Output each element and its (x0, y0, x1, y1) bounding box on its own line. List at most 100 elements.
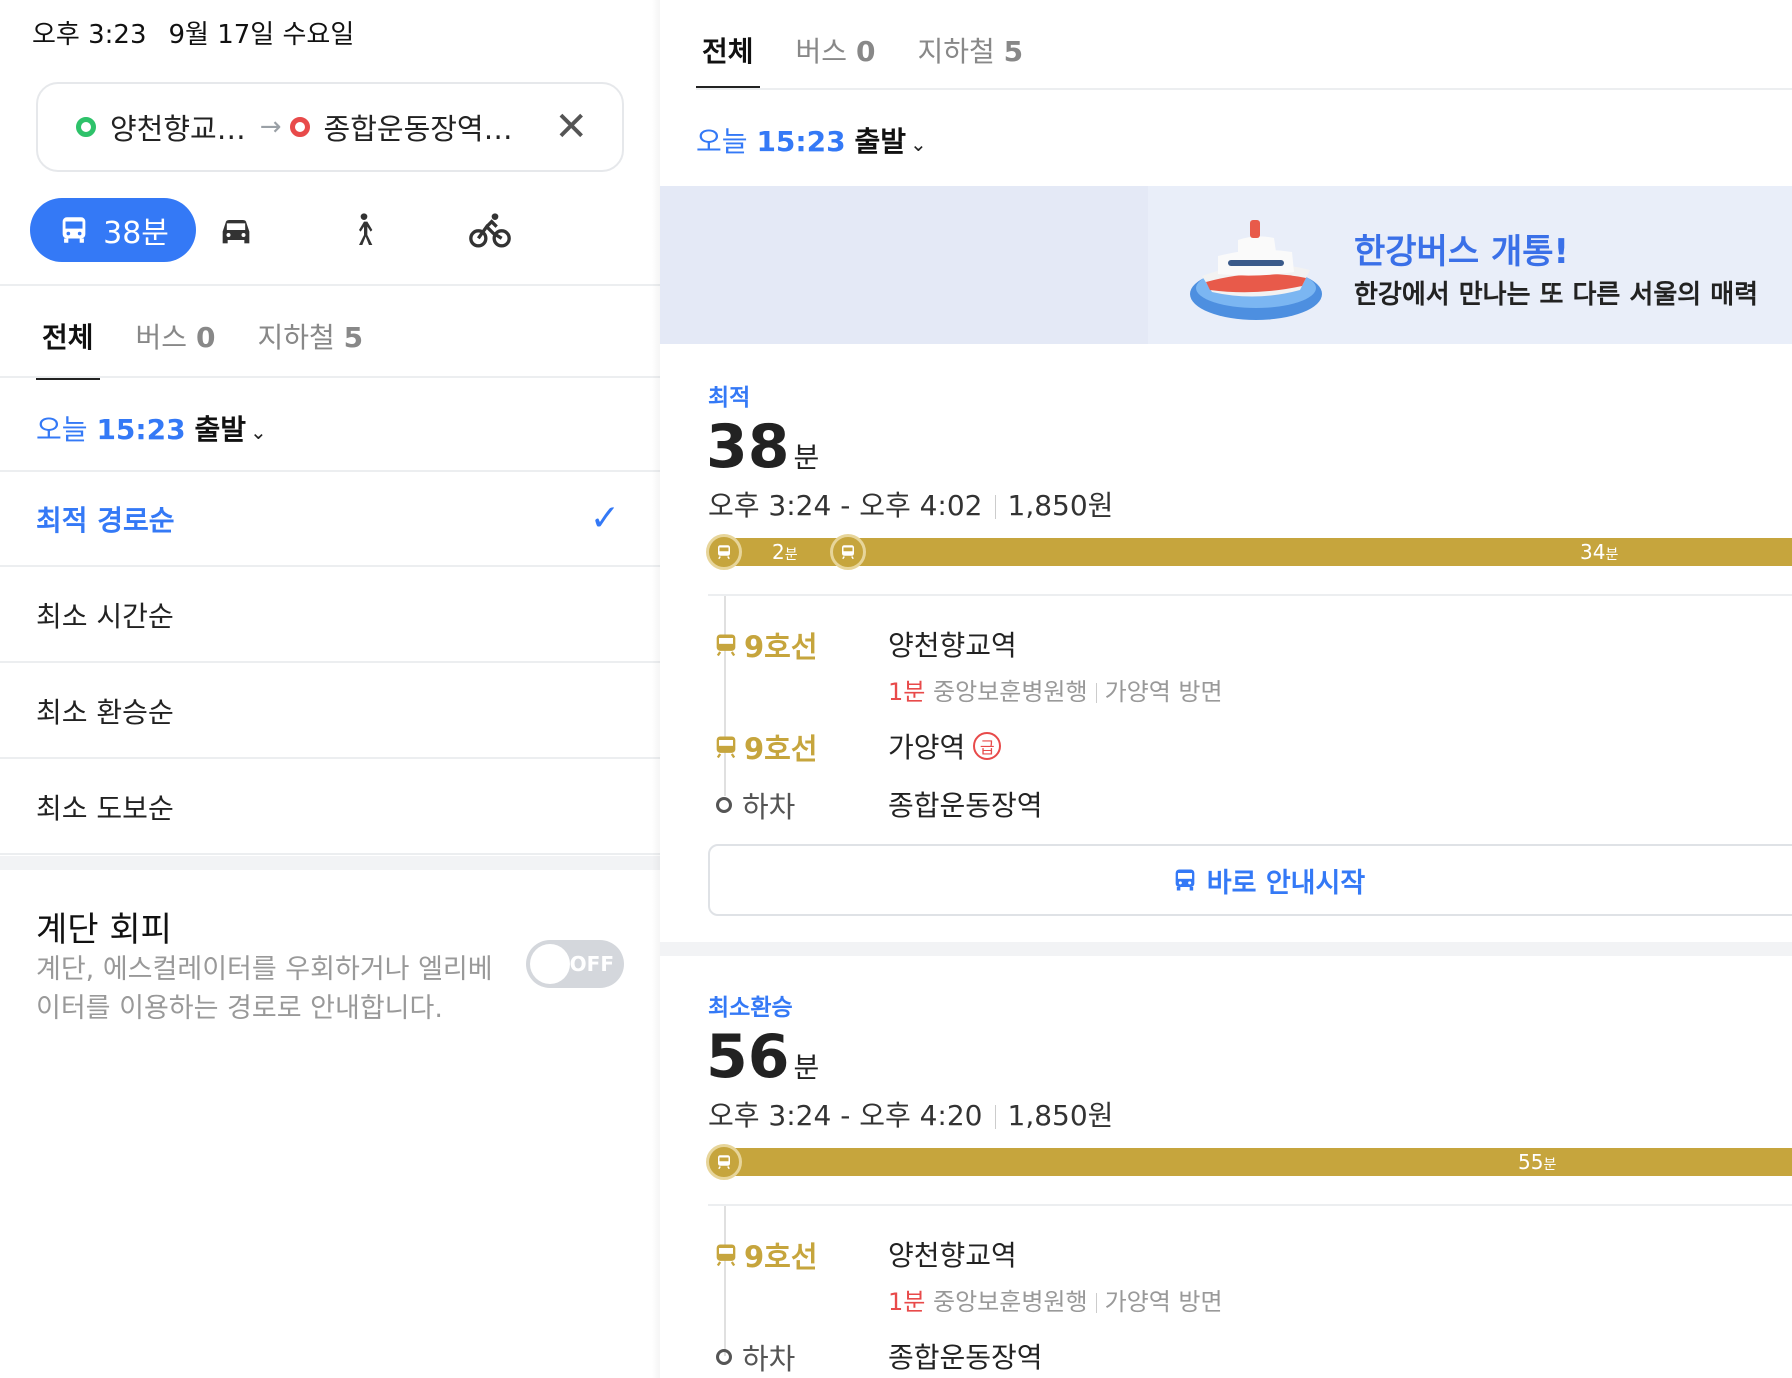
divider (0, 376, 660, 378)
subway-icon (716, 736, 736, 759)
status-date: 9월 17일 수요일 (168, 20, 355, 50)
step-bound: 중앙보훈병원행 (933, 678, 1088, 706)
segment-unit: 분 (784, 547, 798, 563)
step-line-label: 9호선 (712, 1234, 818, 1276)
tab-all[interactable]: 전체 (36, 316, 100, 380)
step-station-name: 가양역 (888, 731, 966, 764)
sort-option-label: 최소 도보순 (36, 791, 174, 825)
step-station: 양천향교역 (888, 629, 1017, 662)
step-wait: 1분 (888, 1288, 926, 1316)
tab-bus-label: 버스 (135, 321, 188, 354)
sort-option-label: 최적 경로순 (36, 503, 175, 537)
walk-icon[interactable] (344, 210, 384, 250)
start-guidance-button[interactable]: 바로 안내시작 (708, 844, 1792, 916)
sort-option-best[interactable]: 최적 경로순 ✓ (0, 472, 660, 567)
sort-option-least-walking[interactable]: 최소 도보순 (0, 760, 660, 855)
bike-icon[interactable] (468, 210, 512, 250)
step-direction: 가양역 방면 (1104, 678, 1223, 706)
tab-bus-count: 0 (195, 321, 216, 354)
route-tag: 최적 (708, 385, 751, 411)
step-alight-text: 하차 (742, 1342, 796, 1376)
step-line-text: 9호선 (744, 630, 818, 664)
departure-time: 15:23 (756, 125, 846, 158)
subway-icon (830, 534, 866, 570)
subway-icon (716, 634, 736, 657)
tab-subway[interactable]: 지하철 5 (257, 316, 363, 356)
tab-subway-count: 5 (343, 321, 364, 354)
departure-day: 오늘 (36, 413, 88, 446)
divider (708, 1204, 1792, 1206)
origin-text[interactable]: 양천향교… (110, 106, 246, 148)
sort-option-label: 최소 시간순 (36, 599, 174, 633)
segment-unit: 분 (1605, 547, 1619, 563)
route-time-range: 오후 3:24 - 오후 4:02 (708, 489, 983, 522)
segment-duration: 2분 (772, 540, 798, 564)
step-alight: 하차 (716, 1336, 795, 1378)
step-station: 종합운동장역 (888, 789, 1043, 822)
step-direction: 가양역 방면 (1104, 1288, 1223, 1316)
tab-subway-count: 5 (1003, 35, 1024, 68)
banner-left-area (660, 186, 1148, 344)
arrow-right-icon: → (259, 112, 282, 142)
tab-bus[interactable]: 버스 0 (136, 316, 216, 356)
banner-title: 한강버스 개통! (1354, 232, 1570, 272)
subway-icon (716, 1244, 736, 1267)
segment-value: 34 (1580, 540, 1606, 564)
right-panel: 전체 버스 0 지하철 5 .right .tab.active::after{… (660, 0, 1792, 1378)
stairs-avoid-description: 계단, 에스컬레이터를 우회하거나 엘리베이터를 이용하는 경로로 안내합니다. (36, 954, 493, 1024)
stairs-avoid-toggle[interactable]: OFF (526, 940, 624, 988)
route-search-box[interactable]: 양천향교… → 종합운동장역… ✕ (36, 82, 624, 172)
departure-selector[interactable]: 오늘 15:23 출발 ⌄ (696, 120, 927, 160)
right-tab-bar: 전체 버스 0 지하철 5 (696, 30, 1023, 90)
hangang-bus-banner[interactable]: 한강버스 개통! 한강에서 만나는 또 다른 서울의 매력 (660, 186, 1792, 344)
sort-option-fastest[interactable]: 최소 시간순 (0, 568, 660, 663)
route-duration-unit: 분 (793, 441, 820, 474)
banner-subtitle: 한강에서 만나는 또 다른 서울의 매력 (1354, 280, 1759, 310)
subway-icon (706, 534, 742, 570)
close-icon[interactable]: ✕ (554, 104, 588, 150)
segment-bar (708, 1148, 1792, 1176)
tab-subway-label: 지하철 (257, 321, 335, 354)
tab-bus[interactable]: 버스 0 (796, 30, 876, 70)
step-line-text: 9호선 (744, 1240, 818, 1274)
status-bar: 오후 3:23 9월 17일 수요일 (32, 14, 354, 51)
departure-suffix: 출발 (854, 125, 907, 158)
segment-value: 55 (1518, 1150, 1544, 1174)
route-duration-unit: 분 (793, 1051, 820, 1084)
step-alight-text: 하차 (742, 790, 796, 824)
step-line-label: 9호선 (712, 624, 818, 666)
route-duration: 38 분 (706, 412, 819, 482)
divider (696, 88, 1792, 90)
step-station: 종합운동장역 (888, 1341, 1043, 1374)
destination-dot-icon (289, 117, 310, 137)
departure-time: 15:23 (96, 413, 186, 446)
tab-all-label: 전체 (702, 35, 754, 68)
express-badge: 급 (973, 732, 1002, 760)
mode-transit-time: 38분 (103, 216, 169, 251)
segment-value: 2 (772, 540, 785, 564)
sort-option-fewest-transfers[interactable]: 최소 환승순 (0, 664, 660, 759)
tab-all[interactable]: 전체 (696, 30, 760, 90)
toggle-label: OFF (569, 952, 614, 976)
chevron-down-icon: ⌄ (910, 132, 927, 156)
route-duration-value: 38 (706, 412, 790, 482)
check-icon: ✓ (589, 498, 620, 539)
divider (708, 594, 1792, 596)
route-duration: 56 분 (706, 1022, 819, 1092)
route-time-fare: 오후 3:24 - 오후 4:20 1,850원 (708, 1094, 1113, 1134)
left-tab-bar: 전체 버스 0 지하철 5 (36, 316, 363, 380)
subway-icon (706, 1144, 742, 1180)
mode-transit-button[interactable]: 38분 (30, 198, 196, 262)
tab-subway[interactable]: 지하철 5 (917, 30, 1023, 70)
step-bound: 중앙보훈병원행 (933, 1288, 1088, 1316)
tab-all-label: 전체 (42, 321, 94, 354)
step-detail: 1분 중앙보훈병원행 가양역 방면 (888, 672, 1223, 707)
bus-icon (1175, 869, 1195, 891)
departure-day: 오늘 (696, 125, 748, 158)
car-icon[interactable] (216, 210, 256, 250)
tab-bus-label: 버스 (795, 35, 848, 68)
chevron-down-icon: ⌄ (250, 420, 267, 444)
destination-text[interactable]: 종합운동장역… (324, 106, 513, 148)
departure-selector[interactable]: 오늘 15:23 출발 ⌄ (36, 408, 267, 448)
transport-mode-bar: 38분 (30, 198, 630, 264)
